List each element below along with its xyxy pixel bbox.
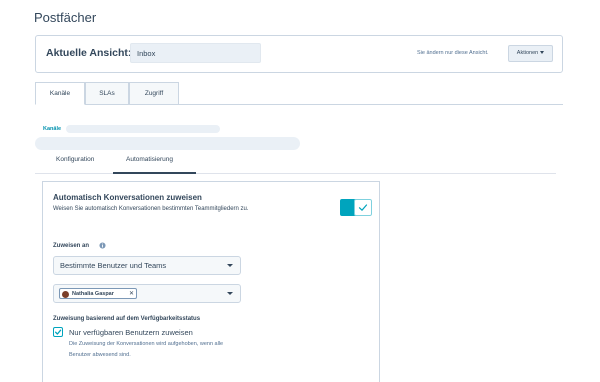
caret-down-icon [227,264,233,267]
avatar [62,290,69,298]
current-view-card: Aktuelle Ansicht: Inbox Sie ändern nur d… [35,35,563,73]
check-icon [54,329,62,335]
users-teams-select[interactable]: Nathalia Gaspar ✕ [53,284,241,303]
page-title: Postfächer [34,10,97,25]
channels-selector[interactable] [35,137,300,150]
available-only-checkbox[interactable] [53,327,63,337]
tab-slas[interactable]: SLAs [85,82,129,105]
auto-assign-title: Automatisch Konversationen zuweisen [53,193,202,202]
channels-placeholder-bar [66,125,220,133]
tab-label: Kanäle [49,90,71,97]
channels-label: Kanäle [43,126,62,132]
actions-button-label: Aktionen [516,50,539,56]
view-note: Sie ändern nur diese Ansicht. [417,50,489,56]
available-only-label: Nur verfügbaren Benutzern zuweisen [69,328,193,337]
availability-title: Zuweisung basierend auf dem Verfügbarkei… [53,316,201,322]
auto-assign-description: Weisen Sie automatisch Konversationen be… [53,206,249,212]
assign-to-select-value: Bestimmte Benutzer und Teams [60,261,167,270]
remove-icon[interactable]: ✕ [129,290,134,297]
available-only-help: Die Zuweisung der Konversationen wird au… [69,341,224,347]
tab-label: SLAs [99,90,115,97]
toggle-knob [354,199,372,216]
current-view-label: Aktuelle Ansicht: [46,47,132,59]
user-chip: Nathalia Gaspar ✕ [59,288,137,299]
tab-kanaele[interactable]: Kanäle [35,82,85,105]
caret-down-icon [540,51,545,55]
check-icon [358,204,368,211]
actions-button[interactable]: Aktionen [508,45,553,62]
caret-down-icon [227,292,233,295]
automation-panel: Automatisch Konversationen zuweisen Weis… [42,181,380,382]
tab-label: Zugriff [144,90,164,97]
assign-to-label: Zuweisen an [53,243,90,249]
subtab-active-indicator [113,172,196,174]
subtab-konfiguration[interactable]: Konfiguration [56,156,94,163]
assign-to-select[interactable]: Bestimmte Benutzer und Teams [53,256,241,275]
user-chip-label: Nathalia Gaspar [72,290,114,297]
info-icon[interactable] [99,242,106,249]
current-view-input[interactable]: Inbox [130,43,261,63]
available-only-help: Benutzer abwesend sind. [69,352,131,358]
subtab-automatisierung[interactable]: Automatisierung [126,156,173,163]
auto-assign-toggle[interactable] [340,199,372,216]
tab-zugriff[interactable]: Zugriff [129,82,179,105]
